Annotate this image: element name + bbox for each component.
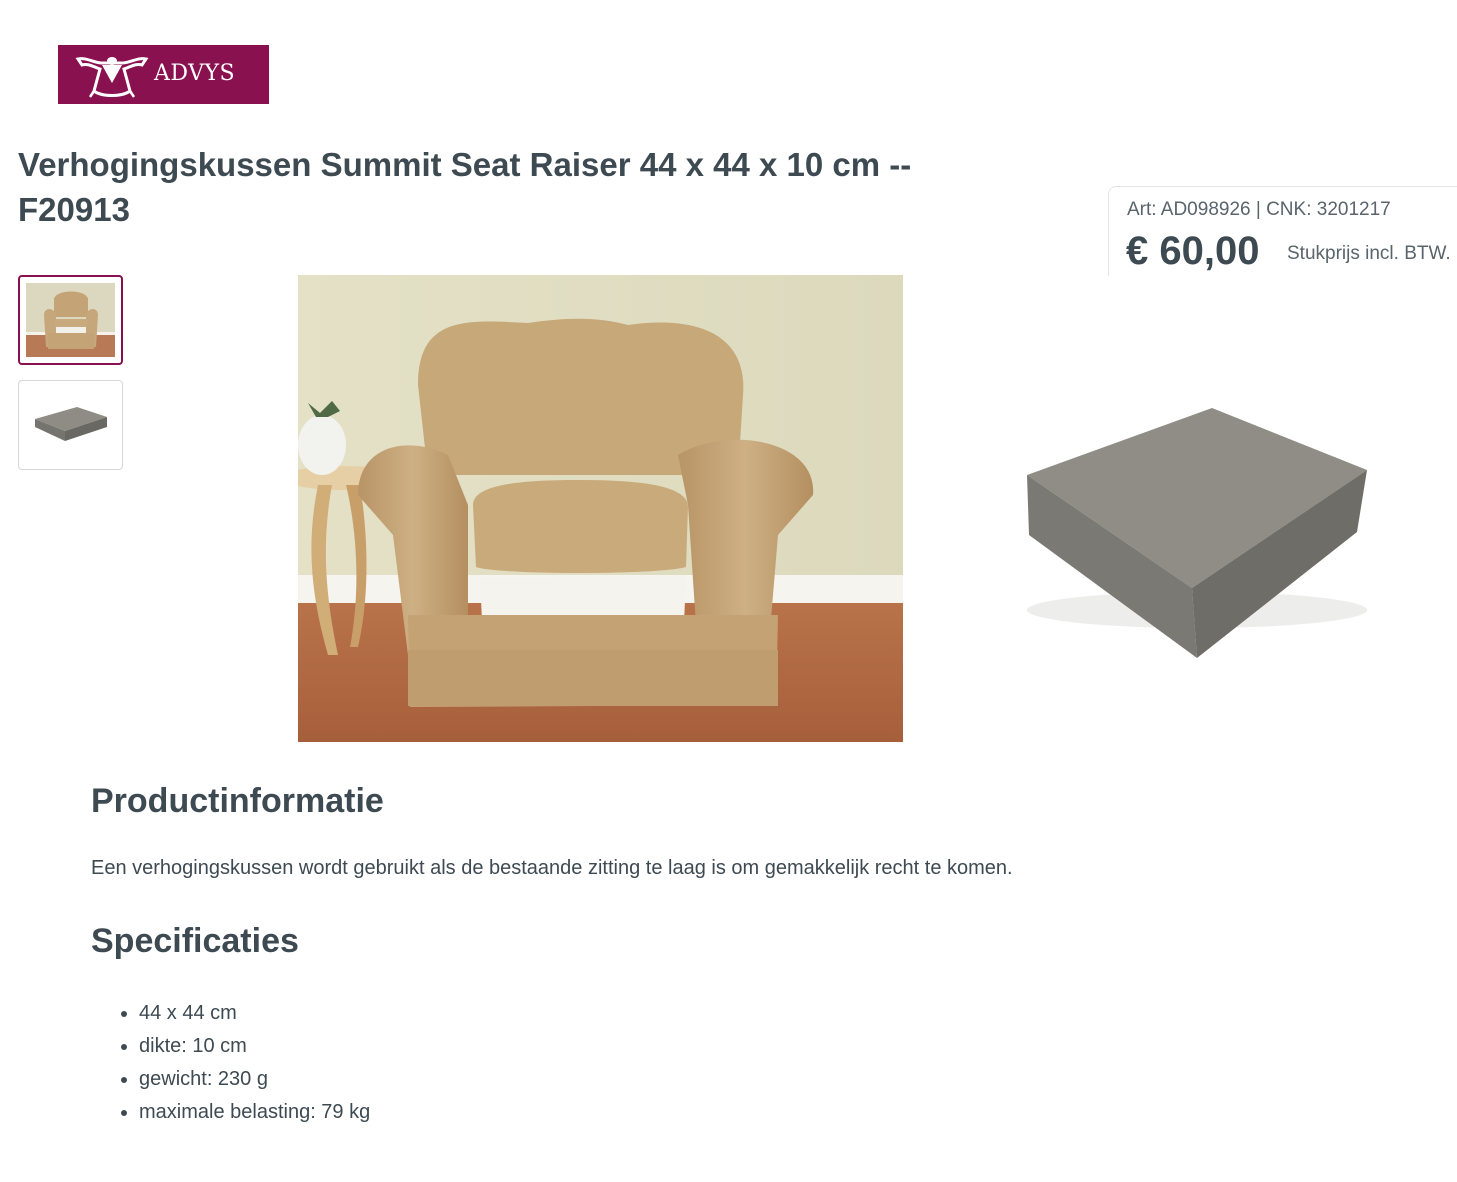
foam-cushion-photo-icon (35, 407, 107, 441)
spec-item: maximale belasting: 79 kg (139, 1096, 370, 1129)
armchair-photo-icon (26, 283, 115, 357)
foam-cushion-photo-icon (1017, 340, 1379, 688)
price-box: Art: AD098926 | CNK: 3201217 € 60,00 Stu… (1108, 186, 1457, 276)
secondary-product-image[interactable] (1017, 340, 1379, 688)
specifications-list: 44 x 44 cm dikte: 10 cm gewicht: 230 g m… (91, 997, 370, 1129)
brand-logo[interactable]: ADVYS (58, 45, 269, 104)
product-description: Een verhogingskussen wordt gebruikt als … (91, 857, 1013, 879)
spec-item: dikte: 10 cm (139, 1030, 370, 1063)
thumbnail-cushion[interactable] (18, 380, 123, 470)
article-number: Art: AD098926 | CNK: 3201217 (1127, 199, 1391, 220)
specifications-heading: Specificaties (91, 922, 299, 960)
product-info-heading: Productinformatie (91, 782, 384, 820)
price: € 60,00 (1126, 229, 1260, 273)
product-title: Verhogingskussen Summit Seat Raiser 44 x… (18, 146, 912, 228)
main-product-image[interactable] (283, 275, 903, 742)
thumbnail-armchair[interactable] (18, 275, 123, 365)
price-note: Stukprijs incl. BTW. (1287, 243, 1451, 264)
spec-item: 44 x 44 cm (139, 997, 370, 1030)
logo-text: ADVYS (154, 61, 236, 86)
armchair-photo-icon (283, 275, 903, 742)
advys-emblem-icon (72, 51, 152, 99)
spec-item: gewicht: 230 g (139, 1063, 370, 1096)
